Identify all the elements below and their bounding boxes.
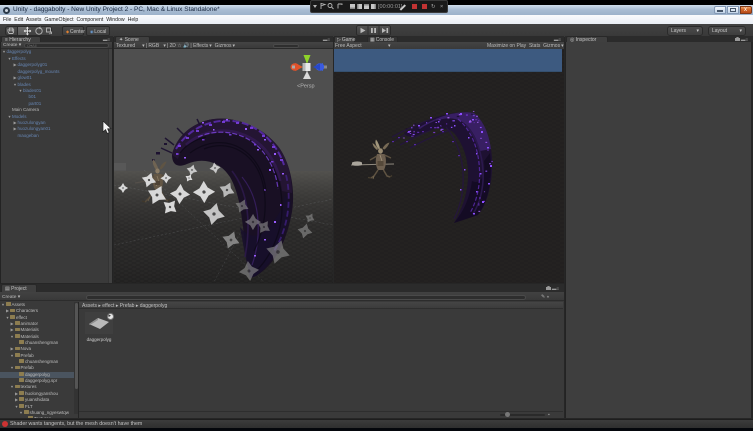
svg-text:<Persp: <Persp <box>297 84 315 90</box>
